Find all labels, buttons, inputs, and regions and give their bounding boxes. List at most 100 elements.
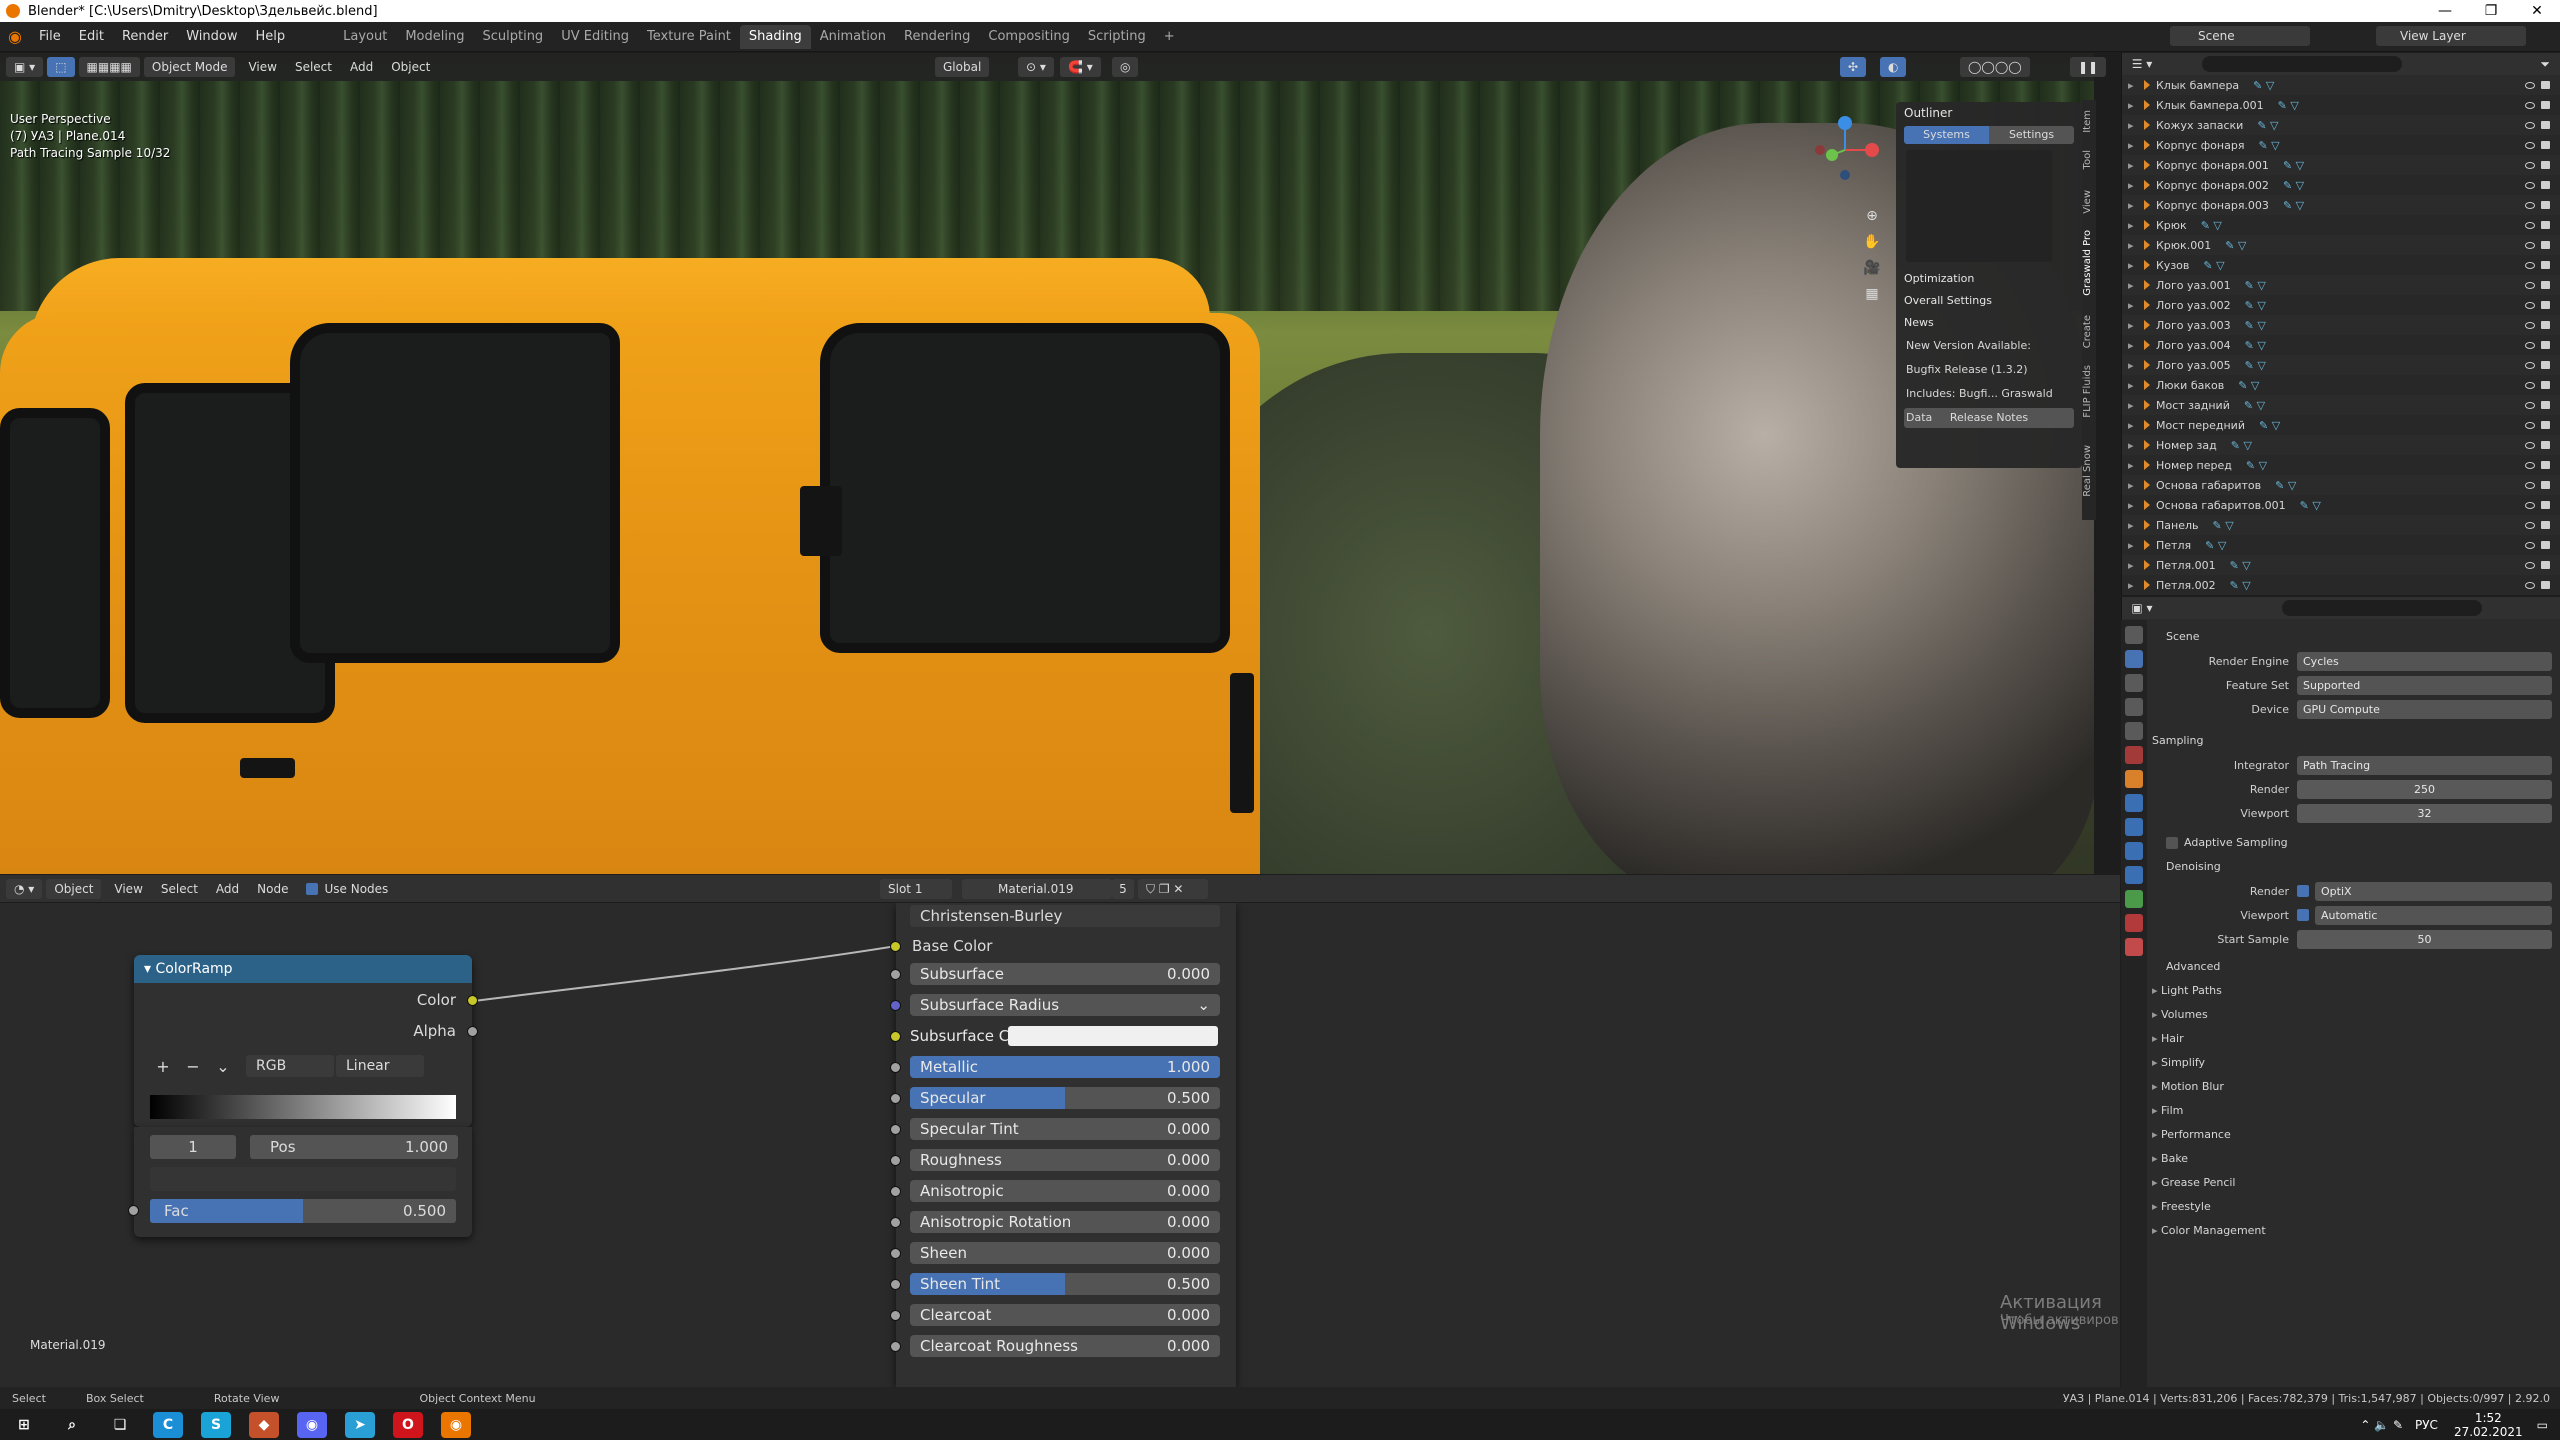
bsdf-input-socket[interactable] (890, 1310, 901, 1321)
menu-render[interactable]: Render (113, 29, 177, 44)
render-camera-icon[interactable] (2541, 480, 2550, 489)
stop-pos-field[interactable]: Pos 1.000 (250, 1135, 458, 1159)
visibility-eye-icon[interactable] (2525, 521, 2535, 529)
bsdf-input-socket[interactable] (890, 1124, 901, 1135)
ramp-menu-icon[interactable]: ⌄ (208, 1057, 238, 1076)
render-camera-icon[interactable] (2541, 220, 2550, 229)
outliner-item[interactable]: ▸ Корпус фонаря.001 ✎ ▽ (2122, 155, 2560, 175)
properties-editor-icon[interactable]: ▣ ▾ (2122, 601, 2162, 615)
expand-arrow-icon[interactable]: ▸ (2122, 119, 2136, 132)
use-nodes-toggle[interactable]: Use Nodes (297, 882, 397, 896)
denoise-render-dropdown[interactable]: OptiX (2315, 881, 2552, 901)
denoise-render-checkbox[interactable] (2297, 885, 2309, 897)
visibility-eye-icon[interactable] (2525, 181, 2535, 189)
render-camera-icon[interactable] (2541, 160, 2550, 169)
menu-help[interactable]: Help (247, 29, 295, 44)
render-camera-icon[interactable] (2541, 180, 2550, 189)
bsdf-input-socket[interactable] (890, 1279, 901, 1290)
visibility-eye-icon[interactable] (2525, 201, 2535, 209)
expand-arrow-icon[interactable]: ▸ (2122, 239, 2136, 252)
maximize-button[interactable]: ❐ (2468, 0, 2514, 22)
expand-arrow-icon[interactable]: ▸ (2122, 299, 2136, 312)
bsdf-field-clearcoat-roughness[interactable]: Clearcoat Roughness 0.000 (910, 1335, 1220, 1357)
tab-scripting[interactable]: Scripting (1079, 25, 1155, 49)
adaptive-sampling-checkbox[interactable] (2166, 837, 2178, 849)
bsdf-field-sheen-tint[interactable]: Sheen Tint 0.500 (910, 1273, 1220, 1295)
node-menu-node[interactable]: Node (248, 882, 297, 896)
3d-viewport[interactable]: User Perspective (7) УАЗ | Plane.014 Pat… (0, 53, 2094, 874)
color-ramp-gradient[interactable] (150, 1095, 456, 1119)
adaptive-sampling-panel[interactable]: Adaptive Sampling (2152, 831, 2560, 855)
bsdf-input-socket[interactable] (890, 1186, 901, 1197)
denoising-panel[interactable]: Denoising (2152, 855, 2560, 879)
expand-arrow-icon[interactable]: ▸ (2122, 219, 2136, 232)
panel-freestyle[interactable]: ▸ Freestyle (2152, 1195, 2560, 1219)
denoise-viewport-dropdown[interactable]: Automatic (2315, 905, 2552, 925)
render-camera-icon[interactable] (2541, 500, 2550, 509)
opera-icon[interactable]: O (393, 1411, 423, 1438)
selection-mode-buttons[interactable]: ▦▦▦▦ (78, 57, 140, 77)
bsdf-input-socket[interactable] (890, 1031, 901, 1042)
principled-bsdf-node[interactable]: Christensen-Burley Base Color Subsurface… (890, 903, 1236, 1387)
visibility-eye-icon[interactable] (2525, 441, 2535, 449)
tray-icons[interactable]: ⌃ 🔈 ✎ (2360, 1418, 2403, 1432)
material-tab-icon[interactable] (2125, 914, 2143, 932)
output-tab-icon[interactable] (2125, 674, 2143, 692)
subsurface-color-swatch[interactable] (1008, 1026, 1218, 1046)
expand-arrow-icon[interactable]: ▸ (2122, 479, 2136, 492)
panel-hair[interactable]: ▸ Hair (2152, 1027, 2560, 1051)
panel-bake[interactable]: ▸ Bake (2152, 1147, 2560, 1171)
blender-menu-icon[interactable]: ◉ (0, 27, 30, 46)
expand-arrow-icon[interactable]: ▸ (2122, 559, 2136, 572)
outliner-item[interactable]: ▸ Петля.001 ✎ ▽ (2122, 555, 2560, 575)
outliner-item[interactable]: ▸ Основа габаритов ✎ ▽ (2122, 475, 2560, 495)
material-selector[interactable]: Material.019 (962, 878, 1112, 899)
object-mode-dropdown[interactable]: Object Mode (143, 57, 236, 77)
viewport-menu-view[interactable]: View (239, 60, 285, 74)
menu-window[interactable]: Window (177, 29, 246, 44)
visibility-eye-icon[interactable] (2525, 581, 2535, 589)
outliner-item[interactable]: ▸ Основа габаритов.001 ✎ ▽ (2122, 495, 2560, 515)
bsdf-field-roughness[interactable]: Roughness 0.000 (910, 1149, 1220, 1171)
data-tab-icon[interactable] (2125, 890, 2143, 908)
proportional-edit-icon[interactable]: ◎ (1112, 57, 1139, 77)
telegram-icon[interactable]: ➤ (345, 1411, 375, 1438)
sampling-panel[interactable]: Sampling (2152, 729, 2560, 753)
grid-toggle-icon[interactable]: ▦ (1862, 281, 1882, 307)
section-overall-settings[interactable]: Overall Settings (1896, 290, 2082, 312)
material-users-count[interactable]: 5 (1112, 878, 1134, 899)
expand-arrow-icon[interactable]: ▸ (2122, 79, 2136, 92)
start-sample-field[interactable]: 50 (2297, 929, 2552, 949)
color-mode-dropdown[interactable]: RGB (246, 1055, 334, 1077)
node-menu-add[interactable]: Add (207, 882, 248, 896)
render-camera-icon[interactable] (2541, 140, 2550, 149)
clock[interactable]: 1:52 27.02.2021 (2454, 1411, 2523, 1439)
axis-gizmo-icon[interactable] (1810, 115, 1880, 185)
bsdf-field-metallic[interactable]: Metallic 1.000 (910, 1056, 1220, 1078)
outliner-item[interactable]: ▸ Корпус фонаря ✎ ▽ (2122, 135, 2560, 155)
pause-render-icon[interactable]: ❚❚ (2070, 57, 2107, 77)
render-tab-icon[interactable] (2125, 650, 2143, 668)
expand-arrow-icon[interactable]: ▸ (2122, 379, 2136, 392)
bsdf-input-socket[interactable] (890, 1217, 901, 1228)
snap-icon[interactable]: 🧲 ▾ (1060, 57, 1101, 77)
stop-index-field[interactable]: 1 (150, 1135, 236, 1159)
render-camera-icon[interactable] (2541, 240, 2550, 249)
outliner-search-input[interactable] (2202, 56, 2402, 72)
expand-arrow-icon[interactable]: ▸ (2122, 359, 2136, 372)
expand-arrow-icon[interactable]: ▸ (2122, 499, 2136, 512)
visibility-eye-icon[interactable] (2525, 141, 2535, 149)
outliner-item[interactable]: ▸ Клык бампера ✎ ▽ (2122, 75, 2560, 95)
outliner-item[interactable]: ▸ Лого уаз.005 ✎ ▽ (2122, 355, 2560, 375)
add-workspace-button[interactable]: + (1155, 25, 1184, 49)
material-actions-icons[interactable]: ⛉ ❐ ✕ (1138, 878, 1208, 899)
visibility-eye-icon[interactable] (2525, 101, 2535, 109)
news-includes[interactable]: Includes: Bugfi... Graswald Data (1896, 382, 2082, 424)
bsdf-field-sheen[interactable]: Sheen 0.000 (910, 1242, 1220, 1264)
tab-settings-npanel[interactable]: Settings (1989, 126, 2074, 144)
outliner-item[interactable]: ▸ Мост задний ✎ ▽ (2122, 395, 2560, 415)
outliner-item[interactable]: ▸ Лого уаз.003 ✎ ▽ (2122, 315, 2560, 335)
advanced-panel[interactable]: Advanced (2152, 955, 2560, 979)
visibility-eye-icon[interactable] (2525, 461, 2535, 469)
bsdf-input-socket[interactable] (890, 1000, 901, 1011)
